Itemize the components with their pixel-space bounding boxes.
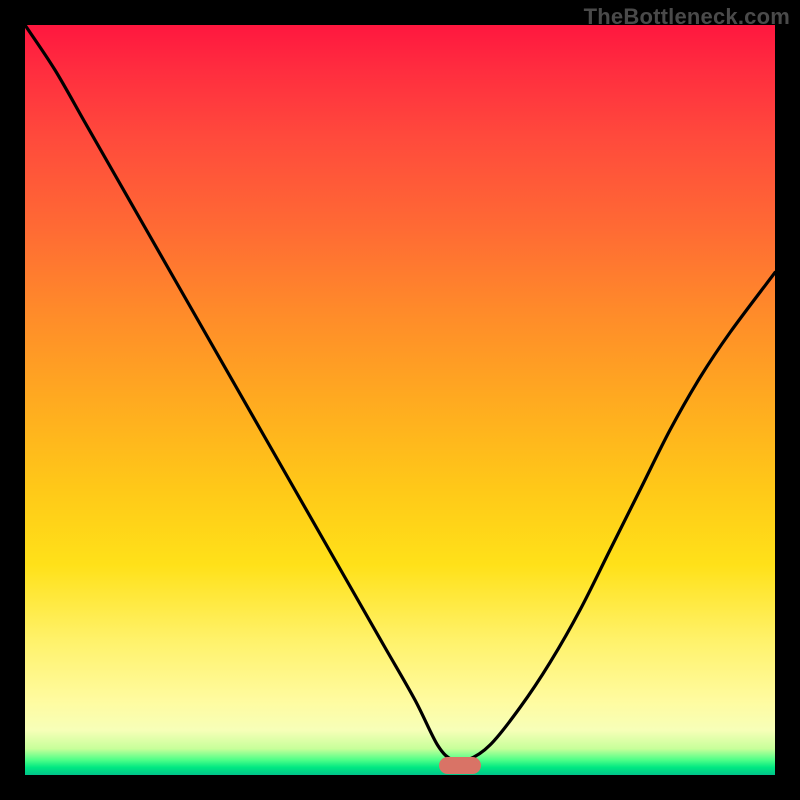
- watermark-text: TheBottleneck.com: [584, 4, 790, 30]
- chart-frame: TheBottleneck.com: [0, 0, 800, 800]
- optimal-marker: [439, 757, 481, 774]
- curve-path: [25, 25, 775, 762]
- plot-area: [25, 25, 775, 775]
- bottleneck-curve: [25, 25, 775, 775]
